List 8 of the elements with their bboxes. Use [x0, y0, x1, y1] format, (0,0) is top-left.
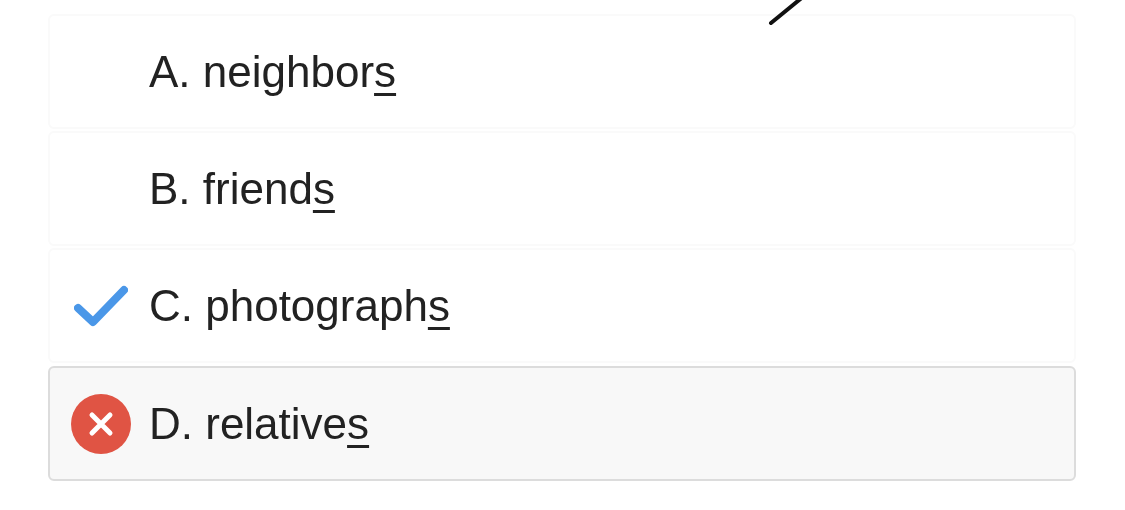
- option-text: C. photographs: [149, 279, 450, 332]
- answer-option[interactable]: C. photographs: [48, 248, 1076, 363]
- answer-option[interactable]: B. friends: [48, 131, 1076, 246]
- answer-option[interactable]: D. relatives: [48, 366, 1076, 481]
- option-text: D. relatives: [149, 397, 370, 450]
- answer-option[interactable]: A. neighbors: [48, 14, 1076, 129]
- option-text: A. neighbors: [149, 45, 397, 98]
- option-text: B. friends: [149, 162, 335, 215]
